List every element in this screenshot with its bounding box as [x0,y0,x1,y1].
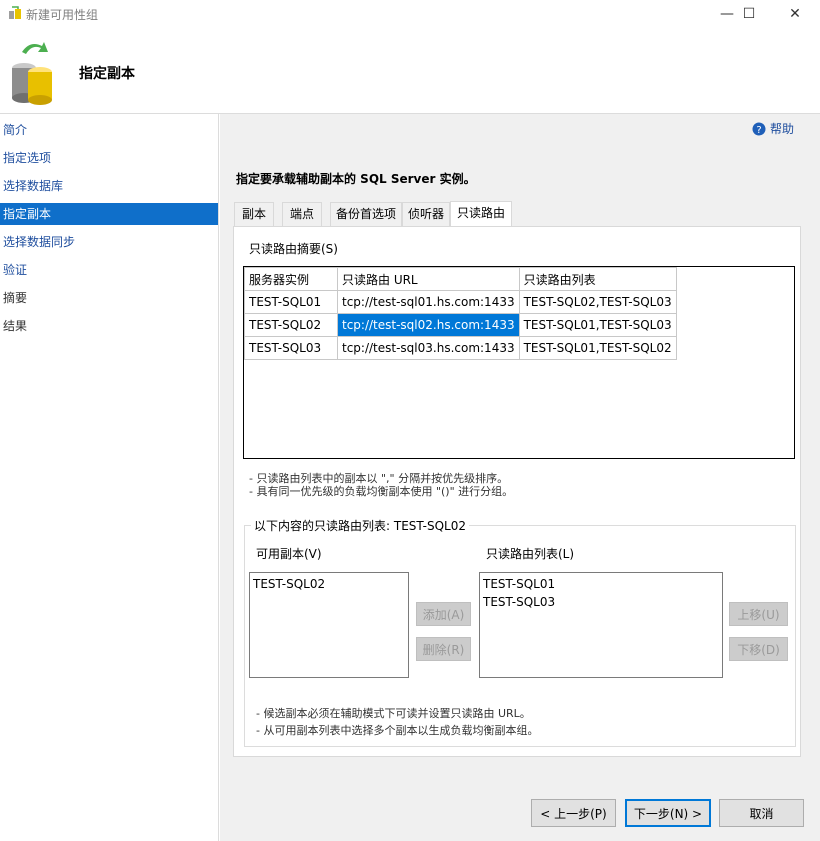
routing-list[interactable]: TEST-SQL01 TEST-SQL03 [479,572,723,678]
summary-table: 服务器实例 只读路由 URL 只读路由列表 TEST-SQL01 tcp://t… [244,267,677,360]
instruction-text: 指定要承载辅助副本的 SQL Server 实例。 [236,172,476,186]
table-row[interactable]: TEST-SQL02 tcp://test-sql02.hs.com:1433 … [244,313,677,337]
sidebar-item-databases[interactable]: 选择数据库 [0,175,218,197]
previous-button[interactable]: < 上一步(P) [531,799,616,827]
note-line: - 具有同一优先级的负载均衡副本使用 "()" 进行分组。 [249,485,514,498]
add-button[interactable]: 添加(A) [416,602,471,626]
list-item[interactable]: TEST-SQL02 [253,575,405,593]
window-title: 新建可用性组 [26,8,99,22]
sidebar-item-data-sync[interactable]: 选择数据同步 [0,231,218,253]
sidebar-item-validation[interactable]: 验证 [0,259,218,281]
move-up-button[interactable]: 上移(U) [729,602,788,626]
summary-label: 只读路由摘要(S) [249,242,338,256]
table-cell-selected[interactable]: tcp://test-sql02.hs.com:1433 [337,313,520,337]
table-cell[interactable]: TEST-SQL01 [244,290,338,314]
help-link[interactable]: ? 帮助 [752,120,794,137]
tab-listener[interactable]: 侦听器 [402,202,450,226]
list-item[interactable]: TEST-SQL03 [483,593,719,611]
table-cell[interactable]: tcp://test-sql03.hs.com:1433 [337,336,520,360]
column-header: 服务器实例 [244,267,338,291]
page-title: 指定副本 [79,66,135,82]
help-icon: ? [752,122,766,136]
move-down-button[interactable]: 下移(D) [729,637,788,661]
sidebar-item-replicas[interactable]: 指定副本 [0,203,218,225]
title-bar: 新建可用性组 — ☐ ✕ [0,0,820,28]
sidebar-item-results: 结果 [3,319,28,333]
table-row[interactable]: TEST-SQL01 tcp://test-sql01.hs.com:1433 … [244,290,677,314]
routing-list-label: 只读路由列表(L) [486,547,575,561]
maximize-button[interactable]: ☐ [726,0,772,28]
table-cell[interactable]: TEST-SQL02,TEST-SQL03 [518,290,677,314]
database-sync-icon [12,42,52,105]
column-header: 只读路由 URL [337,267,520,291]
sidebar-item-intro[interactable]: 简介 [0,119,218,141]
page-header: 指定副本 [0,28,820,114]
table-cell[interactable]: tcp://test-sql01.hs.com:1433 [337,290,520,314]
available-replicas-list[interactable]: TEST-SQL02 [249,572,409,678]
note-line: - 从可用副本列表中选择多个副本以生成负载均衡副本组。 [256,724,539,737]
table-cell[interactable]: TEST-SQL01,TEST-SQL03 [518,313,677,337]
table-cell[interactable]: TEST-SQL01,TEST-SQL02 [518,336,677,360]
table-cell[interactable]: TEST-SQL02 [244,313,338,337]
help-label: 帮助 [770,122,795,136]
table-row[interactable]: TEST-SQL03 tcp://test-sql03.hs.com:1433 … [244,336,677,360]
svg-text:?: ? [756,125,761,136]
tab-readonly-routing[interactable]: 只读路由 [450,201,512,227]
remove-button[interactable]: 删除(R) [416,637,471,661]
tab-endpoints[interactable]: 端点 [282,202,322,226]
routing-notes: - 只读路由列表中的副本以 "," 分隔并按优先级排序。 - 具有同一优先级的负… [249,472,513,498]
tab-replicas[interactable]: 副本 [234,202,274,226]
available-replicas-label: 可用副本(V) [256,547,322,561]
cancel-button[interactable]: 取消 [719,799,804,827]
column-header: 只读路由列表 [518,267,677,291]
table-header-row: 服务器实例 只读路由 URL 只读路由列表 [244,267,677,291]
availability-group-icon [9,6,21,19]
note-line: - 只读路由列表中的副本以 "," 分隔并按优先级排序。 [249,472,509,485]
sidebar: 简介 指定选项 选择数据库 指定副本 选择数据同步 验证 摘要 结果 [0,114,219,841]
note-line: - 候选副本必须在辅助模式下可读并设置只读路由 URL。 [256,707,531,720]
tab-backup-preferences[interactable]: 备份首选项 [330,202,402,226]
table-cell[interactable]: TEST-SQL03 [244,336,338,360]
replica-notes: - 候选副本必须在辅助模式下可读并设置只读路由 URL。 - 从可用副本列表中选… [256,705,538,739]
routing-summary-grid[interactable]: 服务器实例 只读路由 URL 只读路由列表 TEST-SQL01 tcp://t… [243,266,795,459]
sidebar-item-summary: 摘要 [3,291,28,305]
sidebar-item-options[interactable]: 指定选项 [0,147,218,169]
list-item[interactable]: TEST-SQL01 [483,575,719,593]
close-button[interactable]: ✕ [772,0,818,28]
group-legend: 以下内容的只读路由列表: TEST-SQL02 [251,517,469,534]
next-button[interactable]: 下一步(N) > [625,799,711,827]
